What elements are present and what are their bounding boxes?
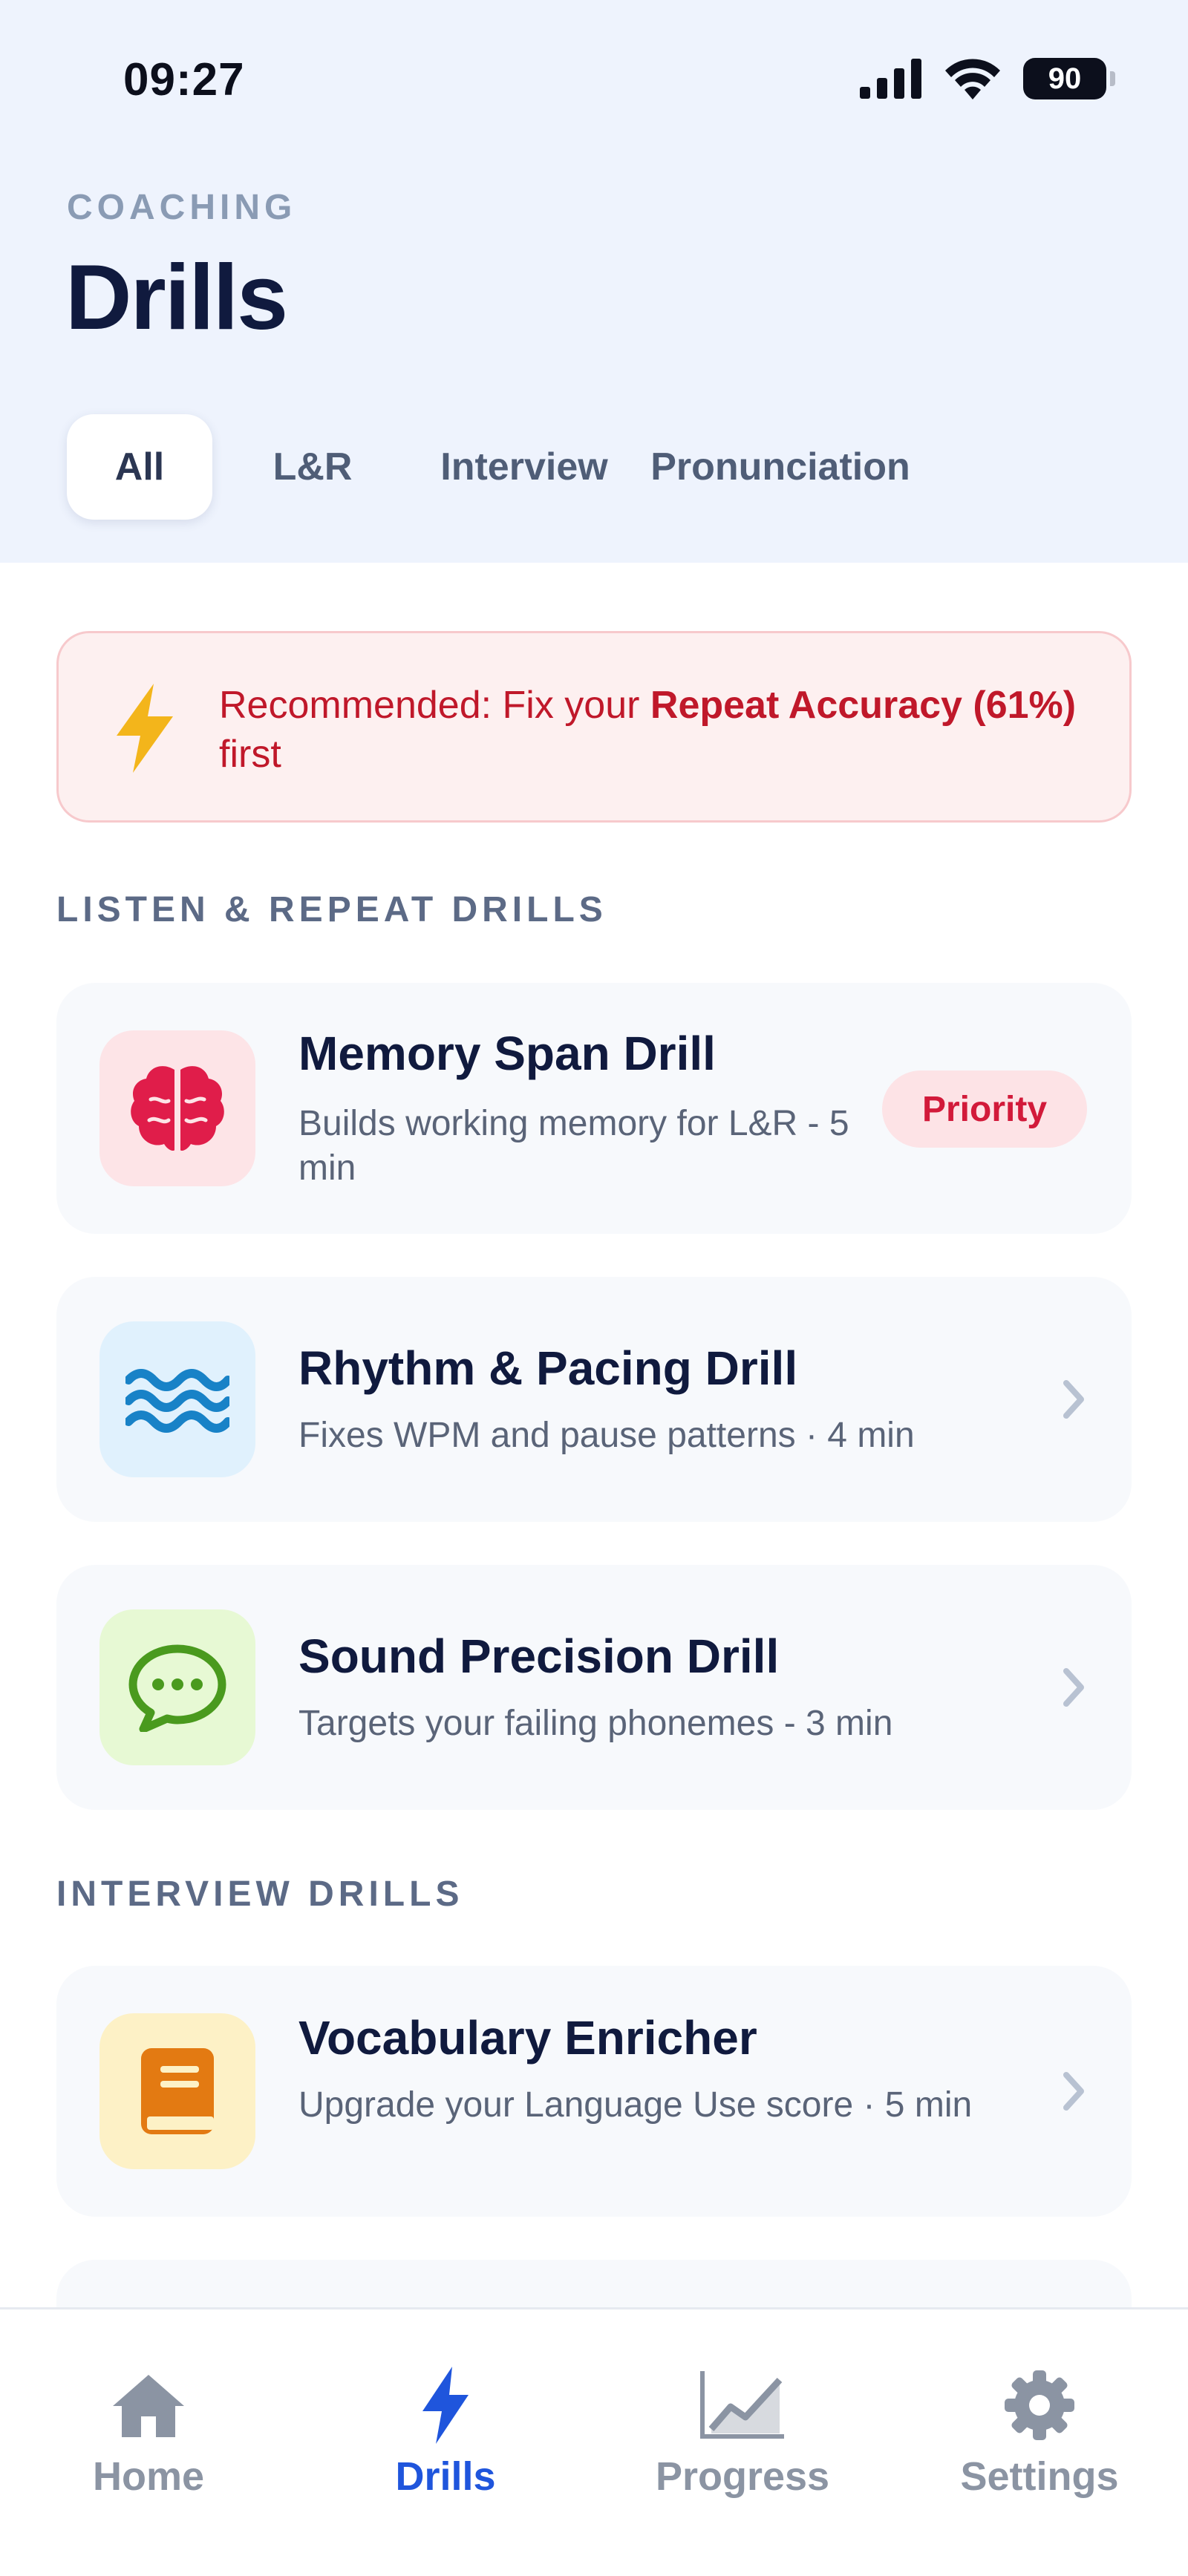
drill-card-memory-span[interactable]: Memory Span Drill Builds working memory … — [56, 983, 1132, 1234]
drill-card-sound-precision[interactable]: Sound Precision Drill Targets your faili… — [56, 1565, 1132, 1810]
speech-bubble-icon — [128, 1644, 226, 1732]
battery-indicator: 90 — [1023, 58, 1115, 99]
drill-title: Memory Span Drill — [298, 1027, 716, 1080]
drill-subtitle: Targets your failing phonemes - 3 min — [298, 1704, 893, 1743]
bottom-tab-bar: Home Drills Progress Settings — [0, 2307, 1188, 2576]
page-title: Drills — [65, 246, 288, 349]
recommendation-prefix: Recommended: Fix your — [219, 684, 650, 727]
drill-title: Sound Precision Drill — [298, 1629, 780, 1683]
battery-level: 90 — [1048, 62, 1082, 95]
signal-icon — [860, 59, 921, 99]
tab-all[interactable]: All — [67, 414, 212, 520]
drill-icon-box — [99, 1030, 255, 1186]
chevron-right-icon — [1063, 1380, 1084, 1419]
gear-icon — [1005, 2370, 1074, 2440]
drill-card-vocabulary-enricher[interactable]: Vocabulary Enricher Upgrade your Languag… — [56, 1966, 1132, 2217]
tab-lr[interactable]: L&R — [212, 414, 413, 520]
drill-title: Rhythm & Pacing Drill — [298, 1341, 798, 1395]
drill-subtitle: Upgrade your Language Use score · 5 min — [298, 2085, 973, 2125]
wifi-icon — [945, 59, 1000, 99]
header: 09:27 90 COACHING Drills All L&R Intervi… — [0, 0, 1188, 563]
status-icons: 90 — [860, 58, 1115, 99]
home-icon — [113, 2375, 184, 2437]
priority-badge: Priority — [882, 1070, 1087, 1148]
section-eyebrow: COACHING — [67, 188, 297, 227]
tabbar-drills[interactable]: Drills — [297, 2309, 594, 2576]
tabbar-label: Settings — [960, 2454, 1119, 2499]
drill-card-rhythm-pacing[interactable]: Rhythm & Pacing Drill Fixes WPM and paus… — [56, 1277, 1132, 1522]
recommendation-banner[interactable]: Recommended: Fix your Repeat Accuracy (6… — [56, 631, 1132, 823]
waves-icon — [125, 1369, 229, 1433]
bolt-icon — [422, 2367, 469, 2444]
drill-subtitle: Fixes WPM and pause patterns · 4 min — [298, 1416, 915, 1455]
chevron-right-icon — [1063, 2072, 1084, 2111]
tabbar-settings[interactable]: Settings — [891, 2309, 1188, 2576]
tab-pronunciation[interactable]: Pronunciation — [636, 414, 925, 520]
recommendation-suffix: first — [219, 733, 281, 776]
tabbar-label: Drills — [395, 2454, 496, 2499]
recommendation-text: Recommended: Fix your Repeat Accuracy (6… — [219, 681, 1110, 779]
drill-subtitle: Builds working memory for L&R - 5 min — [298, 1104, 849, 1188]
recommendation-highlight: Repeat Accuracy (61%) — [650, 684, 1077, 727]
drill-title: Vocabulary Enricher — [298, 2011, 757, 2065]
drill-icon-box — [99, 1609, 255, 1765]
status-bar: 09:27 90 — [0, 0, 1188, 148]
section-title-interview: INTERVIEW DRILLS — [56, 1874, 464, 1914]
tabbar-label: Progress — [655, 2454, 830, 2499]
chart-icon — [700, 2371, 784, 2439]
lightning-icon — [117, 684, 173, 773]
chevron-right-icon — [1063, 1668, 1084, 1707]
brain-icon — [131, 1066, 224, 1151]
filter-tabs: All L&R Interview Pronunciation — [67, 414, 925, 520]
tab-interview[interactable]: Interview — [413, 414, 636, 520]
drill-icon-box — [99, 1321, 255, 1477]
drill-icon-box — [99, 2013, 255, 2169]
tabbar-label: Home — [92, 2454, 205, 2499]
section-title-listen-repeat: LISTEN & REPEAT DRILLS — [56, 890, 607, 929]
tabbar-home[interactable]: Home — [0, 2309, 297, 2576]
book-icon — [141, 2048, 214, 2134]
tabbar-progress[interactable]: Progress — [594, 2309, 891, 2576]
status-time: 09:27 — [123, 54, 245, 105]
